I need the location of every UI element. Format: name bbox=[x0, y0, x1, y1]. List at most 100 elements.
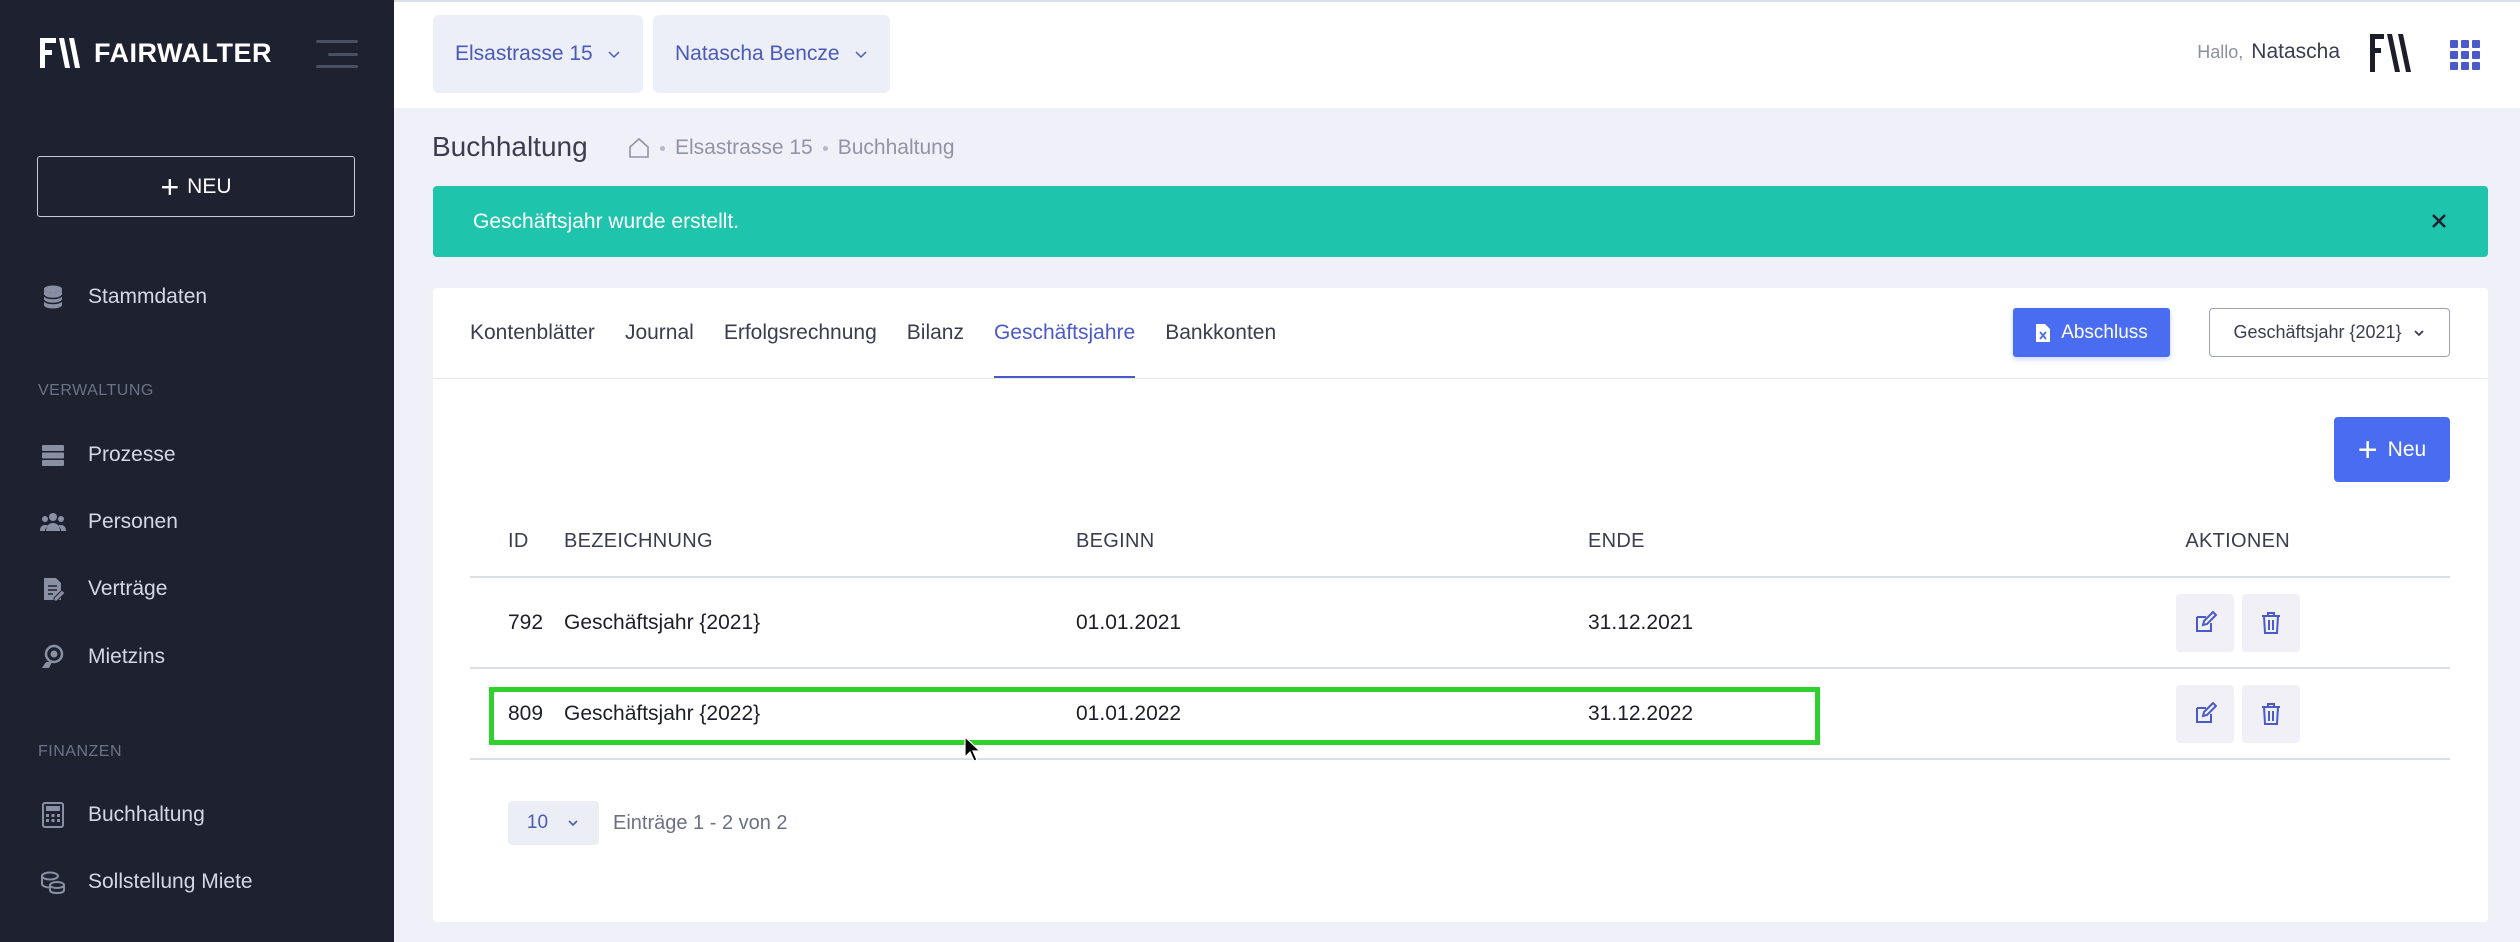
column-header-beginn: BEGINN bbox=[1076, 529, 1155, 552]
sidebar-new-button[interactable]: + NEU bbox=[37, 156, 355, 217]
users-icon bbox=[40, 513, 66, 531]
breadcrumb-property[interactable]: Elsastrasse 15 bbox=[675, 136, 813, 160]
contract-icon bbox=[44, 578, 66, 602]
cell-bezeichnung: Geschäftsjahr {2022} bbox=[564, 701, 761, 725]
table-row[interactable]: 792 Geschäftsjahr {2021} 01.01.2021 31.1… bbox=[470, 578, 2450, 669]
calculator-icon bbox=[42, 802, 64, 828]
database-icon bbox=[43, 285, 63, 309]
cell-bezeichnung: Geschäftsjahr {2021} bbox=[564, 610, 761, 634]
coins-icon bbox=[41, 871, 65, 895]
sidebar-item-label: Prozesse bbox=[88, 443, 176, 466]
section-finanzen: FINANZEN bbox=[38, 743, 122, 760]
entries-info: Einträge 1 - 2 von 2 bbox=[613, 811, 788, 834]
cell-id: 792 bbox=[508, 610, 544, 634]
close-icon[interactable] bbox=[2430, 212, 2448, 230]
tab-journal[interactable]: Journal bbox=[625, 288, 694, 378]
alert-message: Geschäftsjahr wurde erstellt. bbox=[473, 209, 740, 233]
user-name: Natascha bbox=[2251, 40, 2340, 63]
abschluss-button[interactable]: Abschluss bbox=[2013, 308, 2170, 357]
fiscal-year-select[interactable]: Geschäftsjahr {2021} bbox=[2209, 308, 2450, 357]
greeting: Hallo, Natascha bbox=[2197, 40, 2340, 64]
sidebar-item-label: Personen bbox=[88, 510, 178, 533]
cell-ende: 31.12.2021 bbox=[1588, 610, 1694, 634]
tab-kontenblaetter[interactable]: Kontenblätter bbox=[470, 288, 595, 378]
sidebar-item-label: Mietzins bbox=[88, 645, 166, 668]
sidebar: FAIRWALTER + NEU Stammdaten VERWALTUNG P… bbox=[0, 0, 394, 942]
fairwalter-logo-icon bbox=[40, 38, 80, 68]
column-header-bezeichnung: BEZEICHNUNG bbox=[564, 529, 713, 552]
menu-toggle-icon[interactable] bbox=[316, 40, 358, 68]
edit-icon bbox=[2196, 701, 2217, 723]
breadcrumb-separator bbox=[660, 145, 665, 151]
money-hand-icon bbox=[42, 644, 64, 668]
tab-bankkonten[interactable]: Bankkonten bbox=[1165, 288, 1276, 378]
delete-button[interactable] bbox=[2242, 593, 2300, 652]
chevron-down-icon bbox=[568, 820, 578, 827]
delete-button[interactable] bbox=[2242, 684, 2300, 743]
chevron-down-icon bbox=[855, 51, 867, 59]
plus-icon: + bbox=[2357, 430, 2378, 469]
success-alert: Geschäftsjahr wurde erstellt. bbox=[433, 186, 2488, 257]
sidebar-item-label: Verträge bbox=[88, 577, 168, 600]
abschluss-label: Abschluss bbox=[2061, 321, 2148, 343]
tab-geschaeftsjahre[interactable]: Geschäftsjahre bbox=[993, 288, 1136, 378]
avatar[interactable] bbox=[2368, 30, 2414, 76]
edit-button[interactable] bbox=[2176, 684, 2234, 743]
property-select[interactable]: Elsastrasse 15 bbox=[433, 15, 643, 93]
breadcrumb-separator bbox=[822, 145, 828, 151]
greeting-label: Hallo, bbox=[2197, 42, 2244, 62]
tab-bar: Kontenblätter Journal Erfolgsrechnung Bi… bbox=[470, 288, 1276, 378]
cell-ende: 31.12.2022 bbox=[1588, 701, 1694, 725]
fiscal-years-table: ID BEZEICHNUNG BEGINN ENDE AKTIONEN 792 … bbox=[470, 506, 2450, 760]
sidebar-item-vertraege[interactable]: Verträge bbox=[40, 576, 167, 602]
accounting-card: Kontenblätter Journal Erfolgsrechnung Bi… bbox=[433, 288, 2488, 922]
user-select[interactable]: Natascha Bencze bbox=[653, 15, 890, 93]
sidebar-item-mietzins[interactable]: Mietzins bbox=[40, 644, 165, 670]
edit-icon bbox=[2196, 610, 2217, 632]
tabs-divider bbox=[433, 378, 2488, 379]
tab-erfolgsrechnung[interactable]: Erfolgsrechnung bbox=[724, 288, 877, 378]
sidebar-item-buchhaltung[interactable]: Buchhaltung bbox=[40, 802, 205, 828]
edit-button[interactable] bbox=[2176, 593, 2234, 652]
add-fiscal-year-button[interactable]: + Neu bbox=[2334, 417, 2450, 482]
tab-bilanz[interactable]: Bilanz bbox=[907, 288, 964, 378]
trash-icon bbox=[2262, 702, 2280, 725]
pagination: 10 Einträge 1 - 2 von 2 bbox=[508, 801, 788, 845]
cell-beginn: 01.01.2022 bbox=[1076, 701, 1182, 725]
sidebar-item-stammdaten[interactable]: Stammdaten bbox=[40, 284, 207, 310]
sidebar-item-label: Sollstellung Miete bbox=[88, 870, 253, 893]
chevron-down-icon bbox=[608, 51, 620, 59]
brand-logo[interactable]: FAIRWALTER bbox=[40, 36, 272, 70]
page-size-value: 10 bbox=[526, 812, 549, 833]
table-row[interactable]: 809 Geschäftsjahr {2022} 01.01.2022 31.1… bbox=[470, 669, 2450, 760]
cell-id: 809 bbox=[508, 701, 544, 725]
sidebar-item-sollstellung[interactable]: Sollstellung Miete bbox=[40, 869, 253, 895]
page-size-select[interactable]: 10 bbox=[508, 801, 599, 845]
plus-icon: + bbox=[160, 168, 180, 205]
sidebar-new-label: NEU bbox=[187, 174, 232, 198]
apps-grid-icon[interactable] bbox=[2450, 40, 2480, 70]
sidebar-item-label: Buchhaltung bbox=[88, 803, 205, 826]
fiscal-year-value: Geschäftsjahr {2021} bbox=[2233, 322, 2402, 342]
column-header-aktionen: AKTIONEN bbox=[2185, 529, 2290, 552]
cell-aktionen bbox=[2150, 684, 2450, 743]
cell-aktionen bbox=[2150, 593, 2450, 652]
cell-beginn: 01.01.2021 bbox=[1076, 610, 1182, 634]
sidebar-item-prozesse[interactable]: Prozesse bbox=[40, 442, 176, 468]
sidebar-item-personen[interactable]: Personen bbox=[40, 509, 178, 535]
chevron-down-icon bbox=[2413, 329, 2424, 336]
brand-name: FAIRWALTER bbox=[94, 37, 272, 68]
add-button-label: Neu bbox=[2387, 437, 2427, 461]
property-select-value: Elsastrasse 15 bbox=[455, 42, 593, 65]
user-select-value: Natascha Bencze bbox=[675, 42, 840, 65]
excel-file-icon bbox=[2036, 323, 2051, 342]
section-verwaltung: VERWALTUNG bbox=[38, 382, 154, 399]
topbar: Elsastrasse 15 Natascha Bencze Hallo, Na… bbox=[394, 0, 2520, 108]
column-header-ende: ENDE bbox=[1588, 529, 1645, 552]
breadcrumb: Elsastrasse 15 Buchhaltung bbox=[628, 136, 955, 160]
page-title: Buchhaltung bbox=[432, 131, 588, 162]
breadcrumb-current: Buchhaltung bbox=[837, 136, 955, 159]
mouse-cursor-icon bbox=[964, 736, 982, 762]
home-icon[interactable] bbox=[628, 137, 650, 159]
sidebar-item-label: Stammdaten bbox=[88, 285, 208, 308]
